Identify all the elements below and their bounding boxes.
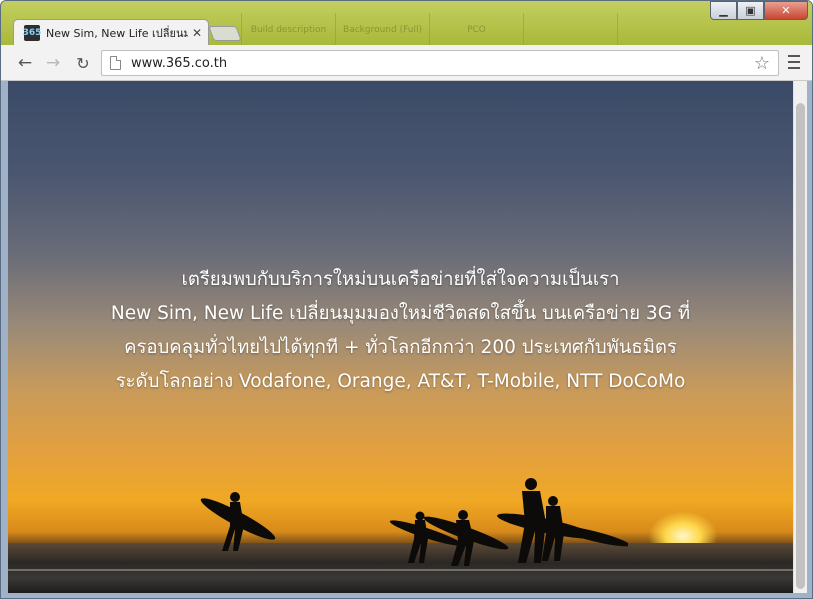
window-frame-bottom (1, 593, 812, 598)
back-arrow-icon[interactable]: ← (13, 51, 37, 75)
hero-line: เตรียมพบกับบริการใหม่บนเครือข่ายที่ใส่ใจ… (181, 269, 620, 290)
hero-line: New Sim, New Life เปลี่ยนมุมมองใหม่ชีวิต… (110, 303, 691, 324)
background-cell (523, 13, 617, 45)
minimize-button[interactable]: ▁ (710, 1, 737, 20)
window-frame-right (807, 81, 812, 598)
surfers-silhouette (200, 478, 628, 566)
tab-strip: Build description Background (Full) PCO … (1, 1, 812, 46)
window-frame-left (1, 81, 8, 598)
favicon-icon: 365 (23, 25, 41, 41)
window-controls: ▁ ▣ ✕ (710, 1, 808, 20)
window-close-button[interactable]: ✕ (764, 1, 808, 20)
forward-arrow-icon[interactable]: → (41, 51, 65, 75)
vertical-scrollbar[interactable] (793, 81, 807, 593)
close-icon[interactable]: ✕ (192, 26, 202, 40)
address-bar[interactable]: ☆ (101, 50, 779, 76)
star-icon[interactable]: ☆ (754, 53, 770, 74)
background-cell (617, 13, 711, 45)
browser-window: Build description Background (Full) PCO … (0, 0, 813, 599)
hero-text: เตรียมพบกับบริการใหม่บนเครือข่ายที่ใส่ใจ… (68, 263, 733, 399)
hero-line: ระดับโลกอย่าง Vodafone, Orange, AT&T, T-… (115, 371, 686, 392)
menu-icon[interactable] (788, 55, 800, 69)
page-icon (110, 56, 121, 70)
active-tab[interactable]: 365 New Sim, New Life เปลี่ยนมุ ✕ (13, 19, 209, 46)
hero-line: ครอบคลุมทั่วไทยไปได้ทุกที + ทั่วโลกอีกกว… (124, 337, 677, 358)
background-cell: PCO (429, 13, 523, 45)
scrollbar-thumb[interactable] (796, 103, 805, 589)
new-tab-button[interactable] (208, 26, 242, 41)
background-page-strip: Build description Background (Full) PCO (241, 13, 711, 45)
background-cell: Background (Full) (335, 13, 429, 45)
toolbar: ← → ↻ ☆ (1, 45, 812, 81)
reload-icon[interactable]: ↻ (71, 51, 95, 75)
maximize-button[interactable]: ▣ (737, 1, 764, 20)
page-viewport: เตรียมพบกับบริการใหม่บนเครือข่ายที่ใส่ใจ… (8, 81, 793, 593)
url-input[interactable] (131, 55, 754, 71)
tab-title: New Sim, New Life เปลี่ยนมุ (46, 27, 188, 40)
background-cell: Build description (241, 13, 335, 45)
